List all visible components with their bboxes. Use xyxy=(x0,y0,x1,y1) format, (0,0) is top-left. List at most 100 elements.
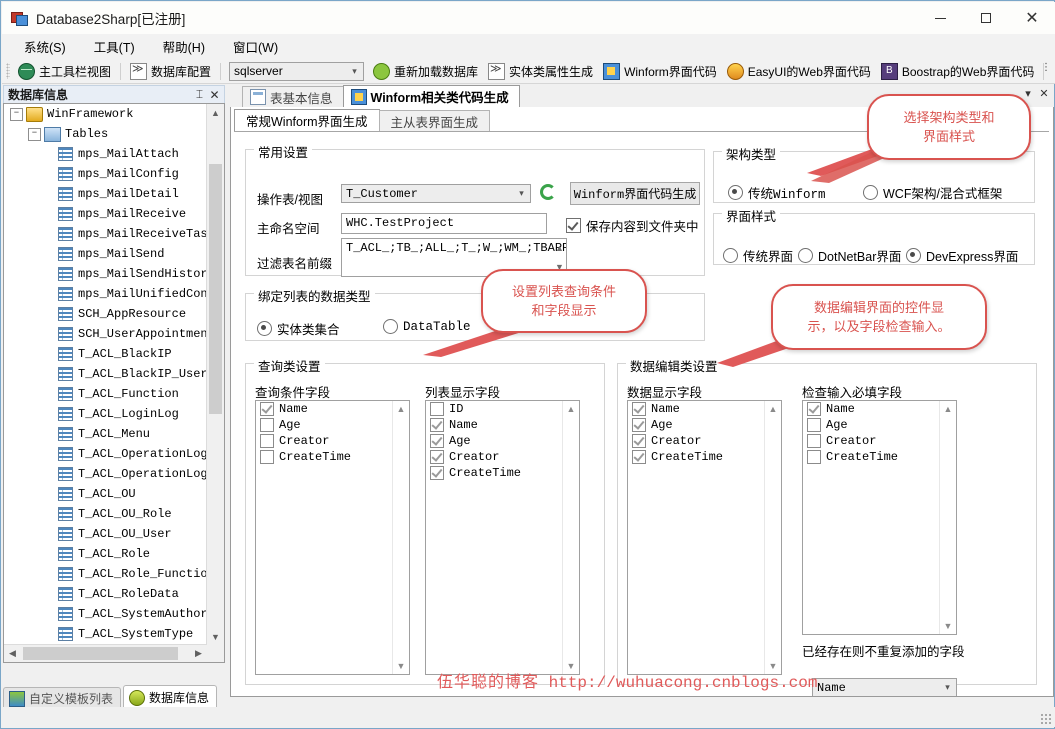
list-display-field-item[interactable]: Age xyxy=(426,433,579,449)
minimize-button[interactable] xyxy=(917,2,963,34)
list-display-field-item[interactable]: CreateTime xyxy=(426,465,579,481)
checkbox-icon[interactable] xyxy=(260,434,274,448)
tree-node-table[interactable]: SCH_UserAppointment xyxy=(4,324,207,344)
checkbox-icon[interactable] xyxy=(632,450,646,464)
list-display-field-item[interactable]: Creator xyxy=(426,449,579,465)
doc-tab-winform-codegen[interactable]: Winform相关类代码生成 xyxy=(342,85,520,107)
scroll-left-icon[interactable]: ◀ xyxy=(4,645,21,662)
checkbox-icon[interactable] xyxy=(260,402,274,416)
toolbar-grip[interactable] xyxy=(6,63,10,79)
generate-winform-code-button[interactable]: Winform界面代码生成 xyxy=(570,182,700,205)
toolbar-overflow-button[interactable]: ⋮ xyxy=(1039,62,1053,73)
inner-tab-master-detail[interactable]: 主从表界面生成 xyxy=(378,110,491,131)
condition-field-item[interactable]: Age xyxy=(256,417,409,433)
listbox-scrollbar[interactable]: ▲ ▼ xyxy=(939,401,956,634)
scroll-right-icon[interactable]: ▶ xyxy=(190,645,207,662)
tree-node-tables[interactable]: − Tables xyxy=(4,124,207,144)
scroll-thumb[interactable] xyxy=(209,164,222,414)
required-field-item[interactable]: CreateTime xyxy=(803,449,956,465)
display-fields-listbox[interactable]: Name Age Creator CreateTime ▲ ▼ xyxy=(627,400,782,675)
close-button[interactable]: ✕ xyxy=(1009,2,1055,34)
tree-node-table[interactable]: mps_MailSendHistory xyxy=(4,264,207,284)
tab-custom-template-list[interactable]: 自定义模板列表 xyxy=(3,687,122,709)
tab-database-info[interactable]: 数据库信息 xyxy=(123,685,218,709)
tree-node-table[interactable]: mps_MailReceiveTask xyxy=(4,224,207,244)
checkbox-icon[interactable] xyxy=(430,418,444,432)
tree-node-table[interactable]: SCH_AppResource xyxy=(4,304,207,324)
maximize-button[interactable] xyxy=(963,2,1009,34)
scroll-up-icon[interactable]: ▲ xyxy=(393,401,409,417)
tree-node-table[interactable]: T_ACL_SystemType xyxy=(4,624,207,644)
condition-fields-listbox[interactable]: Name Age Creator CreateTime ▲ ▼ xyxy=(255,400,410,675)
radio-devexpress-ui[interactable]: DevExpress界面 xyxy=(906,246,1018,265)
checkbox-icon[interactable] xyxy=(807,450,821,464)
collapse-icon[interactable]: − xyxy=(10,107,23,121)
tree-node-root[interactable]: − WinFramework xyxy=(4,104,207,124)
scroll-down-icon[interactable]: ▼ xyxy=(393,658,409,674)
table-view-combo[interactable]: T_Customer ▾ xyxy=(341,184,531,203)
toolbar-winform-code[interactable]: Winform界面代码 xyxy=(598,61,722,82)
checkbox-icon[interactable] xyxy=(807,434,821,448)
checkbox-icon[interactable] xyxy=(632,418,646,432)
display-field-item[interactable]: Age xyxy=(628,417,781,433)
tree-node-table[interactable]: mps_MailUnifiedConfi xyxy=(4,284,207,304)
radio-dotnetbar-ui[interactable]: DotNetBar界面 xyxy=(798,246,901,265)
tree-node-table[interactable]: T_ACL_SystemAuthori xyxy=(4,604,207,624)
unique-field-combo[interactable]: Name ▾ xyxy=(812,678,957,696)
tree-node-table[interactable]: mps_MailReceive xyxy=(4,204,207,224)
list-display-field-item[interactable]: Name xyxy=(426,417,579,433)
toolbar-reload-db[interactable]: 重新加载数据库 xyxy=(368,61,483,82)
scroll-up-icon[interactable]: ▲ xyxy=(207,104,224,121)
scroll-up-icon[interactable]: ▲ xyxy=(940,401,956,417)
display-field-item[interactable]: Name xyxy=(628,401,781,417)
checkbox-icon[interactable] xyxy=(430,402,444,416)
required-field-item[interactable]: Age xyxy=(803,417,956,433)
tree-node-table[interactable]: mps_MailSend xyxy=(4,244,207,264)
radio-traditional-winform[interactable]: 传统Winform xyxy=(728,183,826,202)
tree-vertical-scrollbar[interactable]: ▲ ▼ xyxy=(206,104,224,645)
checkbox-icon[interactable] xyxy=(260,418,274,432)
checkbox-icon[interactable] xyxy=(807,418,821,432)
tree-node-table[interactable]: T_ACL_Role xyxy=(4,544,207,564)
menu-window[interactable]: 窗口(W) xyxy=(219,34,292,59)
condition-field-item[interactable]: Creator xyxy=(256,433,409,449)
pin-icon[interactable]: ⌶ xyxy=(192,87,207,102)
spinner-up-icon[interactable]: ▲ xyxy=(551,239,568,258)
tree-node-table[interactable]: T_ACL_LoginLog xyxy=(4,404,207,424)
tree-node-table[interactable]: T_ACL_Menu xyxy=(4,424,207,444)
checkbox-icon[interactable] xyxy=(632,402,646,416)
namespace-input[interactable]: WHC.TestProject xyxy=(341,213,547,234)
list-display-field-item[interactable]: ID xyxy=(426,401,579,417)
required-fields-listbox[interactable]: Name Age Creator CreateTime ▲ ▼ xyxy=(802,400,957,635)
tree-node-table[interactable]: T_ACL_OperationLogS xyxy=(4,464,207,484)
inner-tab-general-winform[interactable]: 常规Winform界面生成 xyxy=(234,109,380,131)
resize-grip[interactable] xyxy=(1040,713,1052,725)
toolbar-main-view[interactable]: 主工具栏视图 xyxy=(13,61,116,82)
display-field-item[interactable]: CreateTime xyxy=(628,449,781,465)
listbox-scrollbar[interactable]: ▲ ▼ xyxy=(764,401,781,674)
condition-field-item[interactable]: Name xyxy=(256,401,409,417)
checkbox-icon[interactable] xyxy=(632,434,646,448)
tree-node-table[interactable]: T_ACL_Function xyxy=(4,384,207,404)
radio-entity-collection[interactable]: 实体类集合 xyxy=(257,319,340,338)
scroll-down-icon[interactable]: ▼ xyxy=(940,618,956,634)
refresh-icon[interactable] xyxy=(540,184,558,202)
tree-node-table[interactable]: T_ACL_BlackIP_User xyxy=(4,364,207,384)
display-field-item[interactable]: Creator xyxy=(628,433,781,449)
scroll-up-icon[interactable]: ▲ xyxy=(765,401,781,417)
doc-tab-table-basic[interactable]: 表基本信息 xyxy=(242,86,344,107)
required-field-item[interactable]: Name xyxy=(803,401,956,417)
tree-node-table[interactable]: T_ACL_OU xyxy=(4,484,207,504)
tree-horizontal-scrollbar[interactable]: ◀ ▶ xyxy=(4,644,207,662)
radio-wcf-hybrid[interactable]: WCF架构/混合式框架 xyxy=(863,183,1002,202)
toolbar-entity-property[interactable]: 实体类属性生成 xyxy=(483,61,598,82)
checkbox-icon[interactable] xyxy=(430,434,444,448)
tree-node-table[interactable]: T_ACL_OU_Role xyxy=(4,504,207,524)
required-field-item[interactable]: Creator xyxy=(803,433,956,449)
collapse-icon[interactable]: − xyxy=(28,127,41,141)
listbox-scrollbar[interactable]: ▲ ▼ xyxy=(562,401,579,674)
checkbox-icon[interactable] xyxy=(430,450,444,464)
database-type-combo[interactable]: sqlserver ▾ xyxy=(229,61,365,81)
tree-node-table[interactable]: mps_MailAttach xyxy=(4,144,207,164)
database-tree[interactable]: − WinFramework − Tables mps_MailAttach mps_Ma… xyxy=(3,103,225,663)
